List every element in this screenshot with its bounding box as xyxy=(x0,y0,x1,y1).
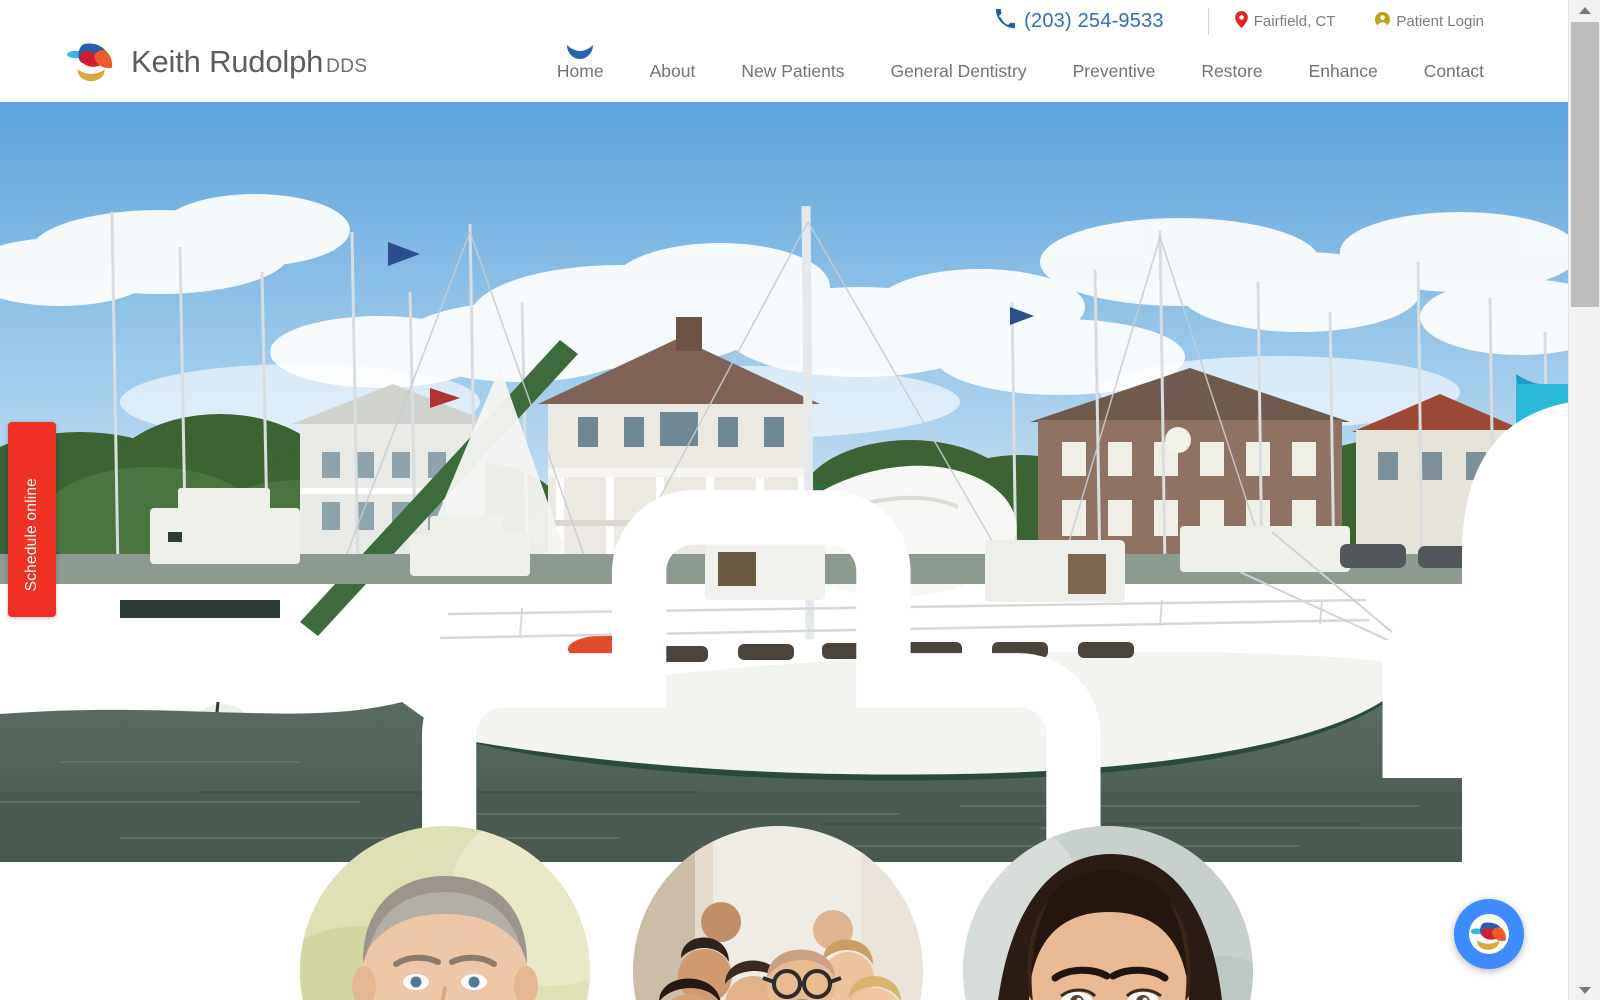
user-circle-icon xyxy=(1375,12,1391,31)
facebook-icon[interactable] xyxy=(754,398,1568,862)
phone-icon xyxy=(996,8,1016,34)
scrollbar-down-arrow-icon[interactable] xyxy=(1569,980,1600,1000)
highlight-cards-section xyxy=(0,826,1568,1000)
nav-item-home[interactable]: Home xyxy=(556,45,604,85)
top-utility-bar: (203) 254-9533 Fairfield, CT Patient Log… xyxy=(0,0,1568,43)
location-label: Fairfield, CT xyxy=(1253,13,1336,30)
browser-scrollbar[interactable] xyxy=(1568,0,1600,1000)
nav-label: Enhance xyxy=(1308,61,1378,81)
nav-item-general-dentistry[interactable]: General Dentistry xyxy=(890,57,1026,85)
nav-label: About xyxy=(649,61,696,81)
phone-number: (203) 254-9533 xyxy=(1024,10,1164,32)
schedule-online-tab[interactable]: Schedule online xyxy=(8,422,1101,862)
medical-cross-icon xyxy=(18,436,1101,862)
social-ribbon xyxy=(1382,374,1568,862)
nav-item-about[interactable]: About xyxy=(650,57,696,85)
nav-label: General Dentistry xyxy=(890,61,1027,81)
nav-label: Home xyxy=(556,61,604,81)
topbar-divider xyxy=(1207,8,1209,35)
nav-label: Preventive xyxy=(1072,61,1156,81)
brand-suffix: DDS xyxy=(326,56,368,77)
nav-item-preventive[interactable]: Preventive xyxy=(1073,57,1156,85)
chat-widget-button[interactable] xyxy=(1454,899,1524,969)
nav-item-enhance[interactable]: Enhance xyxy=(1309,57,1378,85)
brand-logo-icon xyxy=(1469,914,1509,954)
map-pin-icon xyxy=(1234,11,1248,32)
nav-item-restore[interactable]: Restore xyxy=(1201,57,1262,85)
nav-label: Contact xyxy=(1423,61,1484,81)
nav-label: New Patients xyxy=(741,61,845,81)
brand-name: Keith Rudolph DDS xyxy=(131,44,368,79)
main-navigation: Home About New Patients General Dentistr… xyxy=(556,45,1484,85)
active-page-indicator-icon xyxy=(566,40,594,59)
site-logo[interactable]: Keith Rudolph DDS xyxy=(66,42,367,82)
patient-login-label: Patient Login xyxy=(1396,13,1484,30)
patient-login-link[interactable]: Patient Login xyxy=(1375,12,1484,31)
page-viewport: (203) 254-9533 Fairfield, CT Patient Log… xyxy=(0,0,1568,1000)
nav-item-new-patients[interactable]: New Patients xyxy=(741,57,844,85)
nav-item-contact[interactable]: Contact xyxy=(1424,57,1484,85)
location-link[interactable]: Fairfield, CT xyxy=(1234,11,1336,32)
scrollbar-thumb[interactable] xyxy=(1571,22,1599,307)
scrollbar-up-arrow-icon[interactable] xyxy=(1569,0,1600,20)
nav-label: Restore xyxy=(1201,61,1263,81)
phone-link[interactable]: (203) 254-9533 xyxy=(996,8,1164,34)
brand-logo-icon xyxy=(66,42,118,82)
schedule-online-label: Schedule online xyxy=(23,478,40,592)
site-header: Keith Rudolph DDS Home About New Patients… xyxy=(0,43,1568,102)
hero-image: Schedule online xyxy=(0,102,1568,862)
